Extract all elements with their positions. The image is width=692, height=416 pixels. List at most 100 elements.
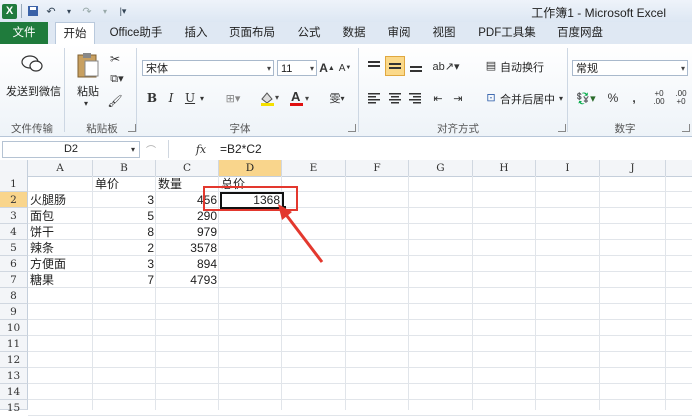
font-name-select[interactable]: 宋体 ▾ [142, 60, 274, 76]
merge-center-button[interactable]: 合并后居中 [500, 91, 555, 107]
column-header-d[interactable]: D [219, 160, 282, 176]
cell-b6[interactable]: 3 [93, 256, 156, 272]
redo-icon[interactable]: ↷ [80, 4, 94, 18]
column-header-i[interactable]: I [536, 160, 600, 176]
row-header-9[interactable]: 9 [0, 304, 28, 320]
row-header-7[interactable]: 7 [0, 272, 28, 288]
save-icon[interactable] [26, 4, 40, 18]
column-header-f[interactable]: F [346, 160, 409, 176]
row-header-1[interactable]: 1 [0, 176, 28, 192]
tab-formulas[interactable]: 公式 [291, 22, 327, 44]
cell-c5[interactable]: 3578 [156, 240, 219, 256]
row-header-11[interactable]: 11 [0, 336, 28, 352]
undo-icon[interactable]: ↶ [44, 4, 58, 18]
tab-baidu-netdisk[interactable]: 百度网盘 [550, 22, 610, 44]
cell-a7[interactable]: 糖果 [28, 272, 93, 288]
tab-pdf-tools[interactable]: PDF工具集 [472, 22, 542, 44]
column-header-k[interactable] [666, 160, 692, 176]
column-header-g[interactable]: G [409, 160, 473, 176]
tab-page-layout[interactable]: 页面布局 [222, 22, 282, 44]
font-color-icon[interactable]: A ▾ [289, 89, 313, 107]
decrease-indent-icon[interactable]: ⇤ [430, 90, 446, 106]
bold-button[interactable]: B [146, 91, 158, 105]
fill-color-icon[interactable]: ▾ [258, 90, 282, 106]
cell-a4[interactable]: 饼干 [28, 224, 93, 240]
row-header-13[interactable]: 13 [0, 368, 28, 384]
tab-data[interactable]: 数据 [336, 22, 372, 44]
borders-icon[interactable]: ⊞▾ [222, 91, 244, 105]
paste-dropdown-icon[interactable]: ▾ [80, 98, 92, 108]
merge-dropdown-icon[interactable]: ▾ [556, 91, 566, 105]
cell-c7[interactable]: 4793 [156, 272, 219, 288]
formula-input[interactable]: =B2*C2 [220, 142, 262, 156]
align-middle-icon[interactable] [385, 56, 405, 76]
cut-icon[interactable]: ✂ [108, 52, 122, 66]
column-header-a[interactable]: A [28, 160, 93, 176]
tab-insert[interactable]: 插入 [178, 22, 214, 44]
insert-function-icon[interactable]: fx [192, 141, 210, 157]
row-header-5[interactable]: 5 [0, 240, 28, 256]
cell-b4[interactable]: 8 [93, 224, 156, 240]
row-header-4[interactable]: 4 [0, 224, 28, 240]
name-box-dropdown-icon[interactable]: ▾ [128, 142, 138, 156]
row-header-10[interactable]: 10 [0, 320, 28, 336]
number-launcher-icon[interactable] [682, 124, 690, 132]
cell-b5[interactable]: 2 [93, 240, 156, 256]
cell-a6[interactable]: 方便面 [28, 256, 93, 272]
phonetic-button[interactable]: 雯 ▾ [325, 90, 349, 106]
row-header-3[interactable]: 3 [0, 208, 28, 224]
accounting-format-icon[interactable]: 💱▾ [574, 90, 598, 106]
tab-office-assistant[interactable]: Office助手 [104, 22, 168, 44]
row-header-2[interactable]: 2 [0, 192, 28, 208]
align-center-icon[interactable] [387, 90, 403, 106]
alignment-launcher-icon[interactable] [558, 124, 566, 132]
merge-center-icon[interactable]: ⊡ [484, 90, 498, 104]
row-header-15[interactable]: 15 [0, 400, 28, 414]
clipboard-launcher-icon[interactable] [128, 124, 136, 132]
customize-icon[interactable]: |▾ [116, 4, 130, 18]
scroll-handle-icon[interactable]: ⌒ [144, 141, 158, 157]
select-all-button[interactable] [0, 160, 28, 176]
row-header-12[interactable]: 12 [0, 352, 28, 368]
name-box[interactable]: D2 [2, 141, 140, 158]
cell-b2[interactable]: 3 [93, 192, 156, 208]
number-format-select[interactable]: 常规 ▾ [572, 60, 688, 76]
undo-dropdown-icon[interactable]: ▾ [62, 4, 76, 18]
cell-a5[interactable]: 辣条 [28, 240, 93, 256]
tab-home[interactable]: 开始 [55, 22, 95, 46]
cell-a3[interactable]: 面包 [28, 208, 93, 224]
shrink-font-button[interactable]: A ▼ [338, 60, 352, 76]
font-launcher-icon[interactable] [348, 124, 356, 132]
font-size-select[interactable]: 11 ▾ [277, 60, 317, 76]
align-bottom-icon[interactable] [408, 58, 424, 74]
wrap-text-icon[interactable]: ▤ [484, 58, 498, 72]
wechat-icon[interactable] [20, 52, 44, 76]
orientation-icon[interactable]: ab↗▾ [433, 58, 460, 74]
column-header-e[interactable]: E [282, 160, 346, 176]
cell-c4[interactable]: 979 [156, 224, 219, 240]
italic-button[interactable]: I [165, 91, 177, 105]
tab-file[interactable]: 文件 [0, 22, 48, 44]
decrease-decimal-button[interactable]: .00 +0 [672, 90, 690, 106]
column-header-j[interactable]: J [600, 160, 666, 176]
increase-decimal-button[interactable]: +0 .00 [650, 90, 668, 106]
cell-b3[interactable]: 5 [93, 208, 156, 224]
underline-button[interactable]: U [184, 91, 196, 105]
column-header-c[interactable]: C [156, 160, 219, 176]
format-painter-icon[interactable]: 🖌 [107, 94, 122, 108]
send-to-wechat-button[interactable]: 发送到微信 [6, 83, 61, 99]
paste-button[interactable]: 粘贴 [77, 83, 99, 99]
cell-c6[interactable]: 894 [156, 256, 219, 272]
align-top-icon[interactable] [366, 58, 382, 74]
increase-indent-icon[interactable]: ⇥ [450, 90, 466, 106]
grow-font-button[interactable]: A ▲ [319, 60, 335, 76]
cell-b1[interactable]: 单价 [93, 176, 156, 192]
align-right-icon[interactable] [407, 90, 423, 106]
column-header-h[interactable]: H [473, 160, 536, 176]
tab-review[interactable]: 审阅 [381, 22, 417, 44]
comma-style-button[interactable]: , [628, 90, 640, 106]
tab-view[interactable]: 视图 [426, 22, 462, 44]
wrap-text-button[interactable]: 自动换行 [500, 59, 544, 75]
cell-a2[interactable]: 火腿肠 [28, 192, 93, 208]
row-header-6[interactable]: 6 [0, 256, 28, 272]
